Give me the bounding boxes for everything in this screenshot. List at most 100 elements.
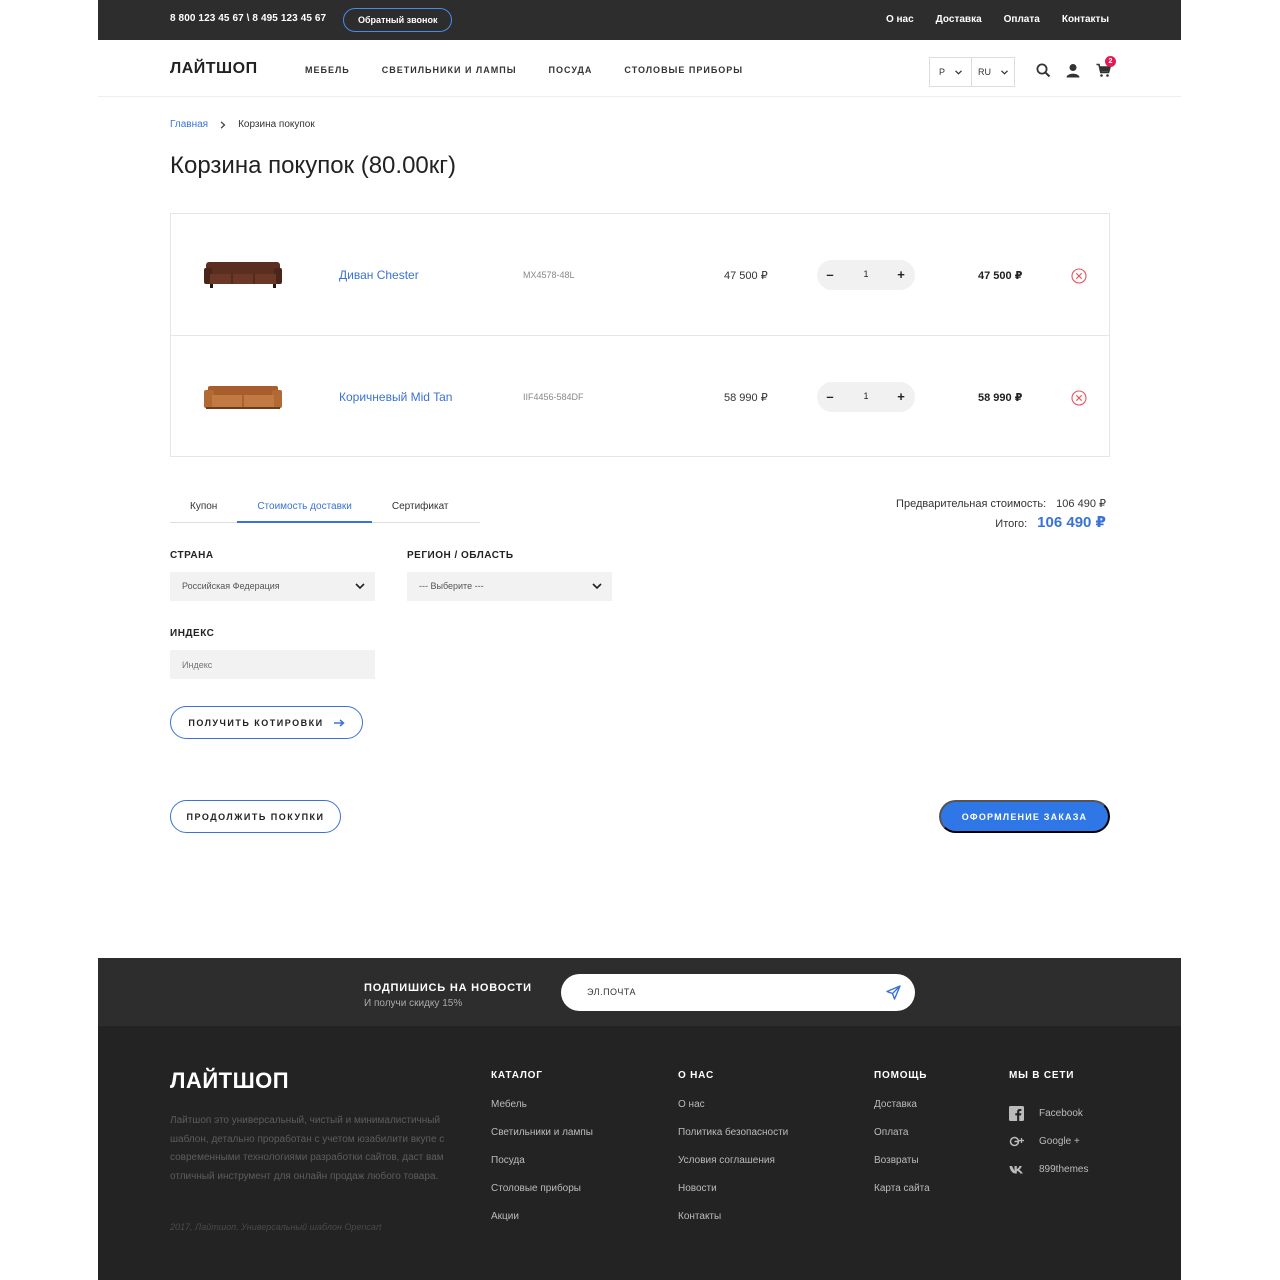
social-label: 899themes xyxy=(1039,1163,1089,1175)
chevron-down-icon xyxy=(1001,69,1008,75)
product-image[interactable] xyxy=(204,256,282,290)
footer-link[interactable]: О нас xyxy=(678,1099,788,1127)
top-links: О нас Доставка Оплата Контакты xyxy=(886,14,1109,25)
top-link-about[interactable]: О нас xyxy=(886,14,914,25)
footer-logo[interactable]: ЛАЙТШОП xyxy=(170,1068,289,1094)
footer-link[interactable]: Политика безопасности xyxy=(678,1127,788,1155)
quantity-decrease-button[interactable]: – xyxy=(822,389,838,404)
zip-label: ИНДЕКС xyxy=(170,628,215,639)
vk-icon xyxy=(1009,1165,1023,1173)
top-link-payment[interactable]: Оплата xyxy=(1004,14,1040,25)
header-selects: Р RU xyxy=(929,57,1015,87)
zip-input[interactable] xyxy=(170,650,375,679)
social-link-google-plus[interactable]: Google + xyxy=(1009,1127,1088,1155)
footer-link[interactable]: Акции xyxy=(491,1211,593,1239)
header: ЛАЙТШОП МЕБЕЛЬ СВЕТИЛЬНИКИ И ЛАМПЫ ПОСУД… xyxy=(98,40,1181,97)
page: 8 800 123 45 67 \ 8 495 123 45 67 Обратн… xyxy=(98,0,1181,1280)
product-price: 47 500 ₽ xyxy=(724,270,768,282)
breadcrumb-current: Корзина покупок xyxy=(238,119,315,130)
tab-certificate[interactable]: Сертификат xyxy=(372,496,469,523)
footer-about: О НАС О нас Политика безопасности Услови… xyxy=(678,1070,788,1239)
remove-item-icon[interactable] xyxy=(1071,390,1087,406)
checkout-button[interactable]: ОФОРМЛЕНИЕ ЗАКАЗА xyxy=(939,800,1110,833)
quantity-stepper: – 1 + xyxy=(817,260,915,290)
nav-item-dishes[interactable]: ПОСУДА xyxy=(549,65,593,75)
region-select[interactable]: --- Выберите --- xyxy=(407,572,612,601)
product-image[interactable] xyxy=(204,378,282,412)
cart-count-badge: 2 xyxy=(1105,56,1116,67)
currency-select[interactable]: Р xyxy=(929,57,972,87)
breadcrumb-home[interactable]: Главная xyxy=(170,119,208,130)
cart-options-tabs: Купон Стоимость доставки Сертификат xyxy=(170,496,480,523)
footer-link[interactable]: Условия соглашения xyxy=(678,1155,788,1183)
chevron-down-icon xyxy=(355,583,365,590)
main-nav: МЕБЕЛЬ СВЕТИЛЬНИКИ И ЛАМПЫ ПОСУДА СТОЛОВ… xyxy=(305,65,743,75)
social-link-facebook[interactable]: Facebook xyxy=(1009,1099,1088,1127)
tab-coupon[interactable]: Купон xyxy=(170,496,237,523)
email-placeholder: ЭЛ.ПОЧТА xyxy=(587,987,637,997)
quantity-value[interactable]: 1 xyxy=(857,391,875,401)
search-icon[interactable] xyxy=(1036,63,1052,79)
footer-link[interactable]: Возвраты xyxy=(874,1155,930,1183)
social-link-vk[interactable]: 899themes xyxy=(1009,1155,1088,1183)
header-icons: 2 xyxy=(1036,56,1116,79)
footer-link[interactable]: Посуда xyxy=(491,1155,593,1183)
footer-link[interactable]: Новости xyxy=(678,1183,788,1211)
continue-shopping-button[interactable]: ПРОДОЛЖИТЬ ПОКУПКИ xyxy=(170,800,341,833)
footer-link[interactable]: Карта сайта xyxy=(874,1183,930,1211)
user-icon[interactable] xyxy=(1066,63,1082,79)
grand-total-row: Итого: 106 490 ₽ xyxy=(896,513,1106,531)
subtotal-value: 106 490 ₽ xyxy=(1056,498,1106,510)
language-value: RU xyxy=(978,67,991,77)
subtotal-row: Предварительная стоимость: 106 490 ₽ xyxy=(896,497,1106,510)
product-sku: IIF4456-584DF xyxy=(523,392,584,402)
quantity-decrease-button[interactable]: – xyxy=(822,267,838,282)
social-label: Facebook xyxy=(1039,1107,1083,1119)
tab-shipping[interactable]: Стоимость доставки xyxy=(237,496,372,523)
footer-copyright: 2017, Лайтшоп. Универсальный шаблон Open… xyxy=(170,1222,382,1232)
cart-row: Коричневый Mid Tan IIF4456-584DF 58 990 … xyxy=(171,335,1109,456)
footer-link[interactable]: Светильники и лампы xyxy=(491,1127,593,1155)
footer-catalog-title: КАТАЛОГ xyxy=(491,1070,543,1081)
newsletter-bar: ПОДПИШИСЬ НА НОВОСТИ И получи скидку 15%… xyxy=(98,958,1181,1026)
site-logo[interactable]: ЛАЙТШОП xyxy=(170,60,258,78)
footer-description: Лайтшоп это универсальный, чистый и мини… xyxy=(170,1115,445,1182)
quantity-increase-button[interactable]: + xyxy=(893,267,909,282)
quantity-value[interactable]: 1 xyxy=(857,269,875,279)
breadcrumb: Главная Корзина покупок xyxy=(170,119,315,130)
newsletter-email-input[interactable]: ЭЛ.ПОЧТА xyxy=(561,974,915,1011)
nav-item-cutlery[interactable]: СТОЛОВЫЕ ПРИБОРЫ xyxy=(624,65,743,75)
remove-item-icon[interactable] xyxy=(1071,268,1087,284)
top-link-contacts[interactable]: Контакты xyxy=(1062,14,1109,25)
cart-icon[interactable]: 2 xyxy=(1096,56,1116,79)
footer-link[interactable]: Контакты xyxy=(678,1211,788,1239)
footer-link[interactable]: Мебель xyxy=(491,1099,593,1127)
product-sku: MX4578-48L xyxy=(523,270,575,280)
footer-help: ПОМОЩЬ Доставка Оплата Возвраты Карта са… xyxy=(874,1070,930,1211)
footer-about-title: О НАС xyxy=(678,1070,714,1081)
get-quotes-label: ПОЛУЧИТЬ КОТИРОВКИ xyxy=(188,717,324,728)
top-link-delivery[interactable]: Доставка xyxy=(936,14,982,25)
line-total: 47 500 ₽ xyxy=(978,270,1023,282)
phone-numbers: 8 800 123 45 67 \ 8 495 123 45 67 xyxy=(170,13,327,24)
product-name-link[interactable]: Коричневый Mid Tan xyxy=(339,390,452,404)
send-icon[interactable] xyxy=(886,985,901,1000)
footer-link[interactable]: Столовые приборы xyxy=(491,1183,593,1211)
chevron-down-icon xyxy=(592,583,602,590)
product-name-link[interactable]: Диван Chester xyxy=(339,268,419,282)
language-select[interactable]: RU xyxy=(972,57,1015,87)
footer-link[interactable]: Доставка xyxy=(874,1099,930,1127)
page-title: Корзина покупок (80.00кг) xyxy=(170,152,457,179)
cart-table: Диван Chester MX4578-48L 47 500 ₽ – 1 + … xyxy=(170,213,1110,457)
footer-link[interactable]: Оплата xyxy=(874,1127,930,1155)
quantity-increase-button[interactable]: + xyxy=(893,389,909,404)
get-quotes-button[interactable]: ПОЛУЧИТЬ КОТИРОВКИ xyxy=(170,706,363,739)
cart-row: Диван Chester MX4578-48L 47 500 ₽ – 1 + … xyxy=(171,214,1109,335)
region-value: --- Выберите --- xyxy=(419,581,484,591)
callback-button[interactable]: Обратный звонок xyxy=(343,8,453,32)
nav-item-furniture[interactable]: МЕБЕЛЬ xyxy=(305,65,350,75)
footer-social-title: МЫ В СЕТИ xyxy=(1009,1070,1075,1081)
country-select[interactable]: Российская Федерация xyxy=(170,572,375,601)
newsletter-subtitle: И получи скидку 15% xyxy=(364,998,463,1009)
nav-item-lamps[interactable]: СВЕТИЛЬНИКИ И ЛАМПЫ xyxy=(382,65,517,75)
